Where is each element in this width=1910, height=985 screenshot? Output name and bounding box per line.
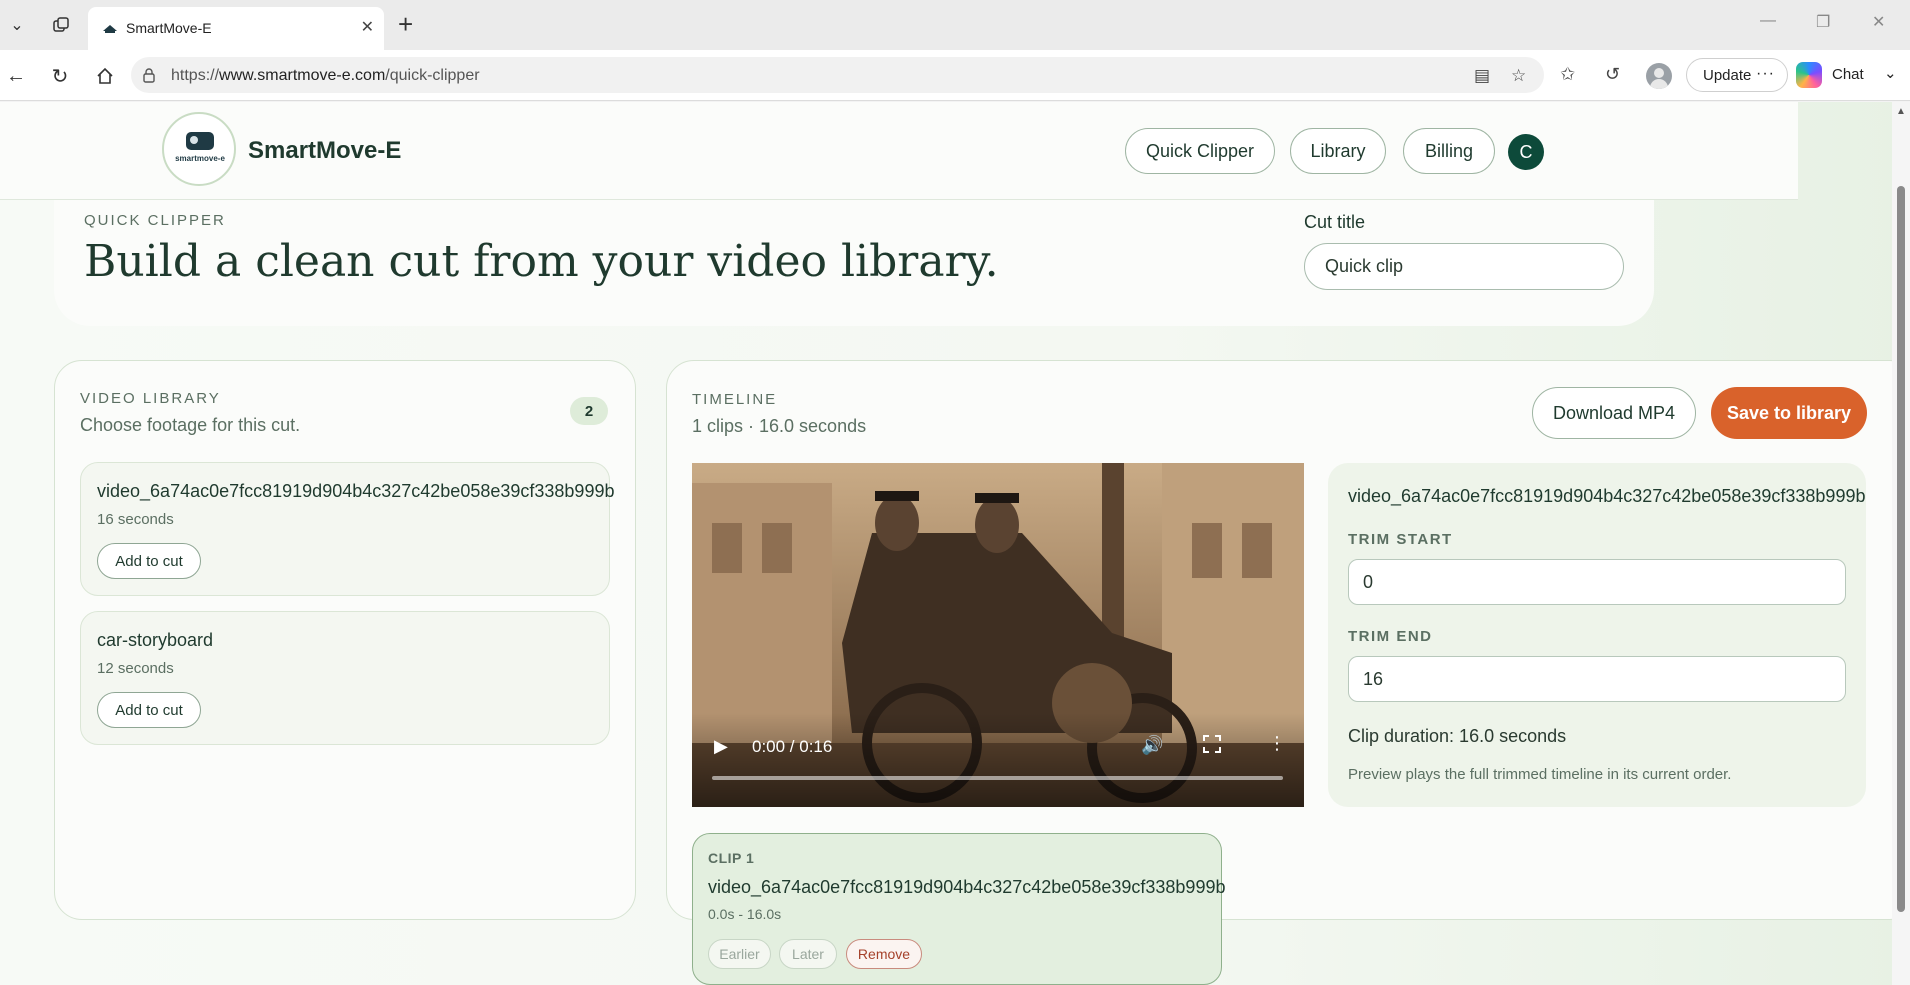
- library-item-duration: 12 seconds: [97, 660, 174, 677]
- site-header: smartmove-e SmartMove-E Quick Clipper Li…: [0, 102, 1798, 200]
- chat-label: Chat: [1832, 66, 1864, 83]
- nav-quick-clipper[interactable]: Quick Clipper: [1125, 128, 1275, 174]
- trim-end-label: TRIM END: [1348, 628, 1433, 645]
- timeline-eyebrow: TIMELINE: [692, 391, 778, 408]
- history-icon[interactable]: ↺: [1605, 64, 1620, 85]
- clip-name: video_6a74ac0e7fcc81919d904b4c327c42be05…: [708, 877, 1226, 897]
- minimize-icon[interactable]: —: [1760, 12, 1776, 30]
- clip-range: 0.0s - 16.0s: [708, 906, 782, 922]
- trim-end-input[interactable]: [1348, 656, 1846, 702]
- download-mp4-button[interactable]: Download MP4: [1532, 387, 1696, 439]
- volume-icon[interactable]: 🔊: [1141, 735, 1163, 756]
- trim-start-label: TRIM START: [1348, 531, 1453, 548]
- logo-text: smartmove-e: [175, 154, 225, 163]
- library-item-name: car-storyboard: [97, 630, 214, 650]
- clip-label: CLIP 1: [708, 850, 755, 866]
- favorites-icon[interactable]: ✩: [1560, 64, 1575, 85]
- reader-mode-icon[interactable]: ▤: [1474, 66, 1490, 86]
- library-item-name: video_6a74ac0e7fcc81919d904b4c327c42be05…: [97, 481, 615, 501]
- back-icon[interactable]: ←: [2, 62, 30, 90]
- new-tab-icon[interactable]: +: [398, 10, 413, 38]
- library-item-duration: 16 seconds: [97, 511, 174, 528]
- fullscreen-icon[interactable]: [1203, 735, 1221, 753]
- move-earlier-button[interactable]: Earlier: [708, 939, 771, 969]
- player-time: 0:00 / 0:16: [752, 737, 833, 756]
- home-icon[interactable]: [91, 62, 119, 90]
- brand-name[interactable]: SmartMove-E: [248, 137, 401, 165]
- copilot-logo-icon: [1796, 62, 1822, 88]
- player-more-icon[interactable]: ⋮: [1268, 733, 1286, 754]
- browser-tab-bar: ⌄ SmartMove-E ✕ + — ❐ ✕: [0, 0, 1910, 50]
- profile-avatar-icon[interactable]: [1646, 63, 1672, 89]
- page-scrollbar[interactable]: ▲: [1892, 102, 1910, 985]
- more-options-icon[interactable]: ···: [1756, 65, 1775, 83]
- remove-clip-button[interactable]: Remove: [846, 939, 922, 969]
- library-subtitle: Choose footage for this cut.: [80, 415, 301, 435]
- library-item: car-storyboard 12 seconds Add to cut: [80, 611, 610, 745]
- url-field[interactable]: https://www.smartmove-e.com/quick-clippe…: [131, 57, 1544, 93]
- browser-tab-active[interactable]: SmartMove-E ✕: [88, 7, 384, 50]
- site-favicon-icon: [103, 25, 117, 33]
- cut-title-label: Cut title: [1304, 212, 1366, 232]
- page-title: Build a clean cut from your video librar…: [84, 236, 999, 287]
- scrollbar-thumb[interactable]: [1897, 186, 1905, 912]
- update-button[interactable]: Update ···: [1686, 58, 1788, 92]
- address-bar-row: ← ↻ https://www.smartmove-e.com/quick-cl…: [0, 50, 1910, 101]
- close-window-icon[interactable]: ✕: [1872, 12, 1885, 32]
- scroll-up-icon[interactable]: ▲: [1896, 106, 1906, 117]
- tab-title: SmartMove-E: [126, 20, 212, 36]
- move-later-button[interactable]: Later: [779, 939, 837, 969]
- restore-icon[interactable]: ❐: [1816, 12, 1830, 32]
- user-avatar[interactable]: C: [1508, 134, 1544, 170]
- refresh-icon[interactable]: ↻: [46, 62, 74, 90]
- add-to-cut-button[interactable]: Add to cut: [97, 692, 201, 728]
- library-count-badge: 2: [570, 397, 608, 425]
- update-label: Update: [1703, 67, 1752, 84]
- player-controls-scrim: [692, 713, 1304, 807]
- site-logo[interactable]: smartmove-e: [162, 112, 236, 186]
- url-text: https://www.smartmove-e.com/quick-clippe…: [171, 67, 480, 84]
- save-to-library-button[interactable]: Save to library: [1711, 387, 1867, 439]
- workspaces-icon[interactable]: [48, 12, 74, 38]
- preview-note: Preview plays the full trimmed timeline …: [1348, 766, 1732, 783]
- play-icon[interactable]: ▶: [714, 736, 728, 757]
- camera-logo-icon: [186, 132, 214, 150]
- hero-eyebrow: QUICK CLIPPER: [84, 212, 226, 229]
- trim-clip-name: video_6a74ac0e7fcc81919d904b4c327c42be05…: [1348, 486, 1866, 506]
- nav-library[interactable]: Library: [1290, 128, 1386, 174]
- chevron-down-icon[interactable]: ⌄: [1884, 64, 1897, 82]
- cut-title-input[interactable]: [1304, 243, 1624, 290]
- library-item: video_6a74ac0e7fcc81919d904b4c327c42be05…: [80, 462, 614, 596]
- player-progress-bar[interactable]: [712, 776, 1283, 780]
- lock-icon[interactable]: [142, 67, 156, 83]
- tab-list-chevron-icon[interactable]: ⌄: [4, 12, 30, 38]
- add-to-cut-button[interactable]: Add to cut: [97, 543, 201, 579]
- nav-billing[interactable]: Billing: [1403, 128, 1495, 174]
- favorite-star-icon[interactable]: ☆: [1511, 66, 1526, 86]
- library-eyebrow: VIDEO LIBRARY: [80, 390, 221, 407]
- trim-start-input[interactable]: [1348, 559, 1846, 605]
- tab-close-icon[interactable]: ✕: [361, 17, 374, 37]
- timeline-summary: 1 clips · 16.0 seconds: [692, 416, 867, 436]
- clip-duration: Clip duration: 16.0 seconds: [1348, 726, 1567, 746]
- copilot-chat-button[interactable]: Chat ⌄: [1796, 58, 1906, 92]
